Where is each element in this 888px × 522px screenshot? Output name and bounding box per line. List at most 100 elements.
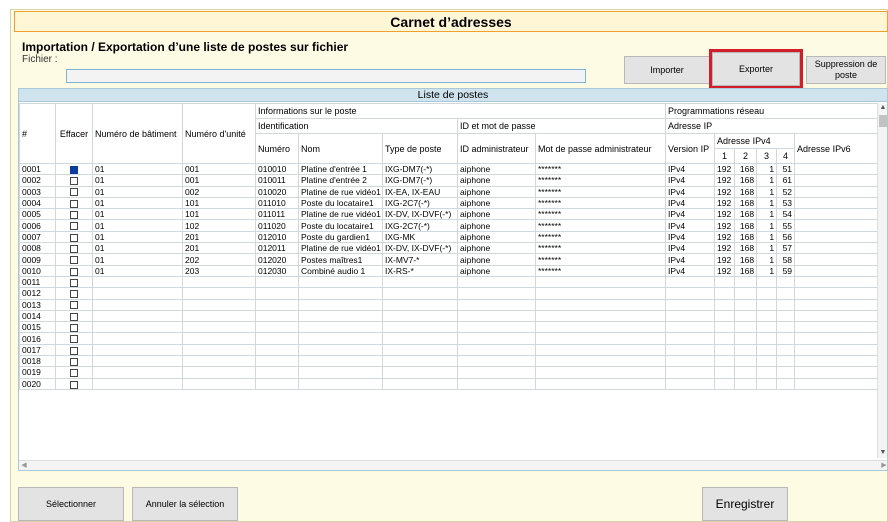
table-row[interactable]: 0004 01 101 011010 Poste du locataire1 IXG-2C… [19,196,880,210]
unit-cell [182,366,256,379]
delete-checkbox[interactable] [70,380,78,389]
col-group-station-info: Informations sur le poste [254,103,667,119]
octet-4-cell [776,309,796,323]
type-cell: IX-RS-* [382,264,458,277]
horizontal-scrollbar[interactable]: ◀ ▶ [19,460,887,470]
delete-checkbox[interactable] [70,177,78,186]
delete-checkbox[interactable] [70,222,78,231]
delete-checkbox[interactable] [70,357,78,366]
delete-checkbox[interactable] [70,278,78,287]
name-cell [298,332,383,345]
table-row[interactable]: 0020 [19,377,880,390]
unit-cell: 002 [182,185,256,198]
ip-version-cell [665,366,716,379]
delete-checkbox[interactable] [70,312,78,321]
table-row[interactable]: 0002 01 001 010011 Platine d'entrée 2 IXG-DM7… [19,174,880,187]
table-row[interactable]: 0011 [19,275,880,289]
name-cell [298,275,383,289]
table-row[interactable]: 0008 01 201 012011 Platine de rue vidéo1 IX-D… [19,242,880,255]
type-cell: IXG-DM7(-*) [382,162,458,176]
cancel-selection-button[interactable]: Annuler la sélection [132,487,238,521]
delete-checkbox[interactable] [70,244,78,253]
table-row[interactable]: 0014 [19,309,880,323]
delete-checkbox[interactable] [70,199,78,208]
row-index: 0007 [19,230,56,244]
type-cell: IX-DV, IX-DVF(-*) [382,208,458,221]
unit-cell [182,332,256,345]
admin-id-cell [457,332,536,345]
import-button[interactable]: Importer [624,56,710,84]
table-row[interactable]: 0009 01 202 012020 Postes maîtres1 IX-MV7-* ai… [19,253,880,266]
octet-1-cell [714,332,736,345]
delete-station-button[interactable]: Suppression de poste [806,56,886,84]
octet-2-cell: 168 [734,196,758,210]
admin-password-cell: ******* [534,219,667,232]
octet-3-cell [756,377,778,390]
delete-checkbox[interactable] [70,290,78,299]
ipv6-cell [794,355,880,368]
table-row[interactable]: 0016 [19,332,880,345]
col-group-identification: Identification [255,118,458,134]
table-row[interactable]: 0006 01 102 011020 Poste du locataire1 IXG-2C… [19,219,880,232]
ipv6-cell [794,162,880,176]
delete-checkbox[interactable] [70,324,78,332]
delete-checkbox[interactable] [70,211,78,219]
table-row[interactable]: 0003 01 002 010020 Platine de rue vidéo1 IX-E… [19,185,880,198]
file-path-input[interactable] [66,69,586,83]
delete-checkbox-cell [55,355,93,368]
delete-checkbox[interactable] [70,301,78,310]
type-cell [382,321,458,334]
scroll-right-icon[interactable]: ▶ [879,461,887,470]
col-header-building: Numéro de bâtiment [92,103,183,164]
delete-checkbox[interactable] [70,346,78,355]
table-row[interactable]: 0007 01 201 012010 Poste du gardien1 IXG-MK ai… [19,230,880,244]
delete-checkbox[interactable] [70,165,78,174]
delete-checkbox[interactable] [70,369,78,378]
type-cell: IX-MV7-* [382,253,458,266]
table-row[interactable]: 0013 [19,298,880,311]
scroll-down-icon[interactable]: ▼ [878,448,887,458]
delete-checkbox[interactable] [70,256,78,265]
octet-2-cell [734,298,758,311]
admin-password-cell [534,287,667,300]
octet-2-cell: 168 [734,162,758,176]
save-button[interactable]: Enregistrer [702,487,788,521]
table-row[interactable]: 0018 [19,355,880,368]
unit-cell: 001 [182,174,256,187]
ip-version-cell: IPv4 [665,196,716,210]
admin-password-cell [534,332,667,345]
scroll-up-icon[interactable]: ▲ [878,103,887,113]
octet-3-cell [756,355,778,368]
octet-3-cell [756,309,778,323]
table-row[interactable]: 0010 01 203 012030 Combiné audio 1 IX-RS-* aip… [19,264,880,277]
octet-1-cell: 192 [714,174,736,187]
ip-version-cell [665,332,716,345]
table-row[interactable]: 0015 [19,321,880,334]
select-all-button[interactable]: Sélectionner [18,487,124,521]
octet-4-cell [776,366,796,379]
octet-2-cell [734,366,758,379]
table-row[interactable]: 0001 01 001 010010 Platine d'entrée 1 IXG-DM7… [19,162,880,176]
unit-cell: 203 [182,264,256,277]
delete-checkbox[interactable] [70,267,78,276]
export-button[interactable]: Exporter [709,49,803,89]
admin-id-cell [457,309,536,323]
delete-checkbox[interactable] [70,335,78,344]
col-header-admin-password: Mot de passe administrateur [534,133,667,164]
name-cell [298,366,383,379]
delete-checkbox[interactable] [70,188,78,197]
table-row[interactable]: 0005 01 101 011011 Platine de rue vidéo1 IX-D… [19,208,880,221]
octet-3-cell [756,321,778,334]
row-index: 0008 [19,242,56,255]
table-row[interactable]: 0019 [19,366,880,379]
scroll-left-icon[interactable]: ◀ [19,461,29,470]
octet-1-cell [714,366,736,379]
vertical-scrollbar[interactable]: ▲ ▼ [877,103,887,458]
table-row[interactable]: 0012 [19,287,880,300]
number-cell [255,332,299,345]
ipv6-cell [794,242,880,255]
octet-4-cell: 51 [776,162,796,176]
table-row[interactable]: 0017 [19,343,880,357]
scroll-thumb[interactable] [879,115,887,127]
delete-checkbox[interactable] [70,233,78,242]
